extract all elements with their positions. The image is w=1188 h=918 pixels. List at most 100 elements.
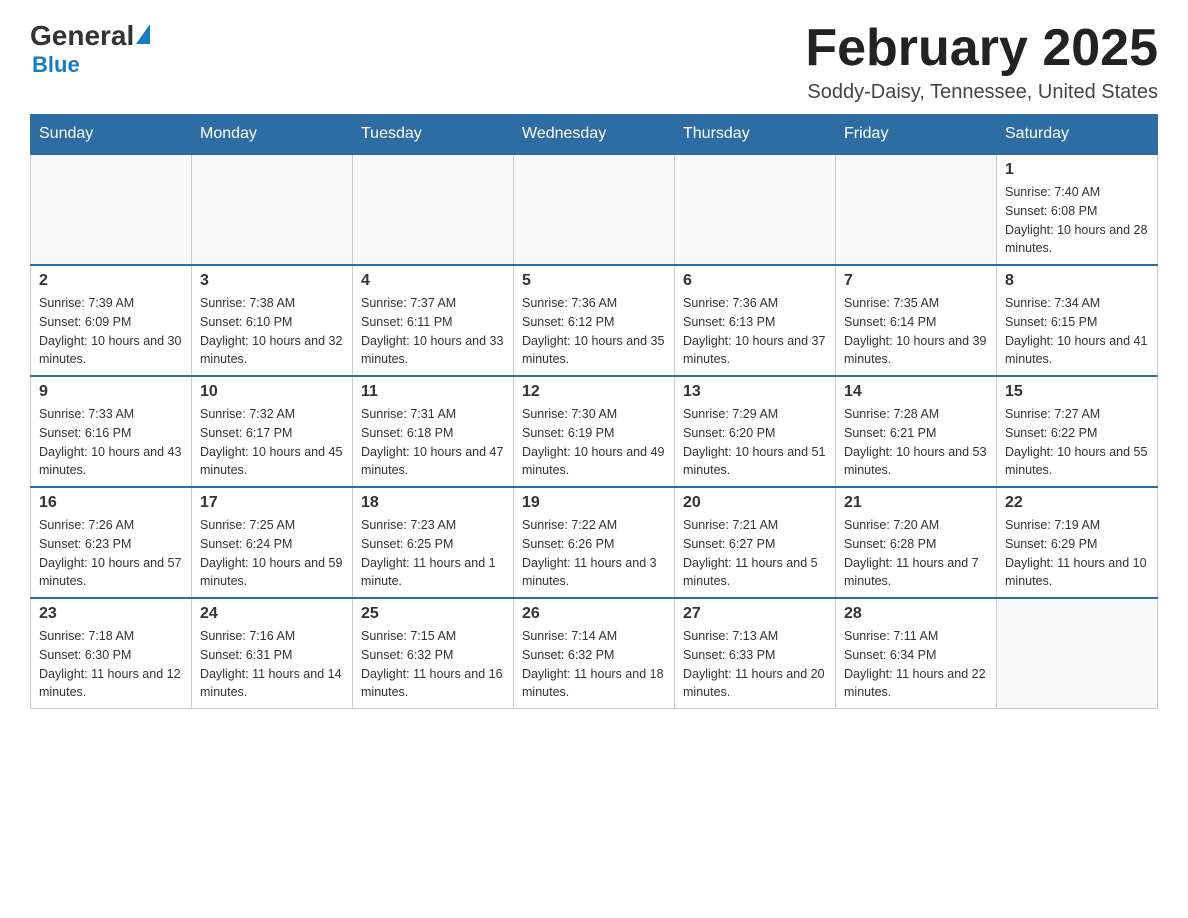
sun-info: Sunrise: 7:11 AMSunset: 6:34 PMDaylight:… xyxy=(844,627,988,702)
sun-info: Sunrise: 7:19 AMSunset: 6:29 PMDaylight:… xyxy=(1005,516,1149,591)
calendar-week-3: 9 Sunrise: 7:33 AMSunset: 6:16 PMDaylight… xyxy=(31,376,1158,487)
table-row: 23 Sunrise: 7:18 AMSunset: 6:30 PMDayligh… xyxy=(31,598,192,709)
table-row: 22 Sunrise: 7:19 AMSunset: 6:29 PMDayligh… xyxy=(997,487,1158,598)
table-row: 7 Sunrise: 7:35 AMSunset: 6:14 PMDaylight… xyxy=(836,265,997,376)
day-number: 6 xyxy=(683,272,827,290)
table-row xyxy=(836,154,997,265)
table-row: 13 Sunrise: 7:29 AMSunset: 6:20 PMDayligh… xyxy=(675,376,836,487)
day-number: 7 xyxy=(844,272,988,290)
day-number: 26 xyxy=(522,605,666,623)
title-block: February 2025 Soddy-Daisy, Tennessee, Un… xyxy=(805,20,1158,104)
sun-info: Sunrise: 7:36 AMSunset: 6:12 PMDaylight:… xyxy=(522,294,666,369)
calendar-week-5: 23 Sunrise: 7:18 AMSunset: 6:30 PMDayligh… xyxy=(31,598,1158,709)
day-number: 13 xyxy=(683,383,827,401)
table-row: 19 Sunrise: 7:22 AMSunset: 6:26 PMDayligh… xyxy=(514,487,675,598)
header-wednesday: Wednesday xyxy=(514,115,675,155)
logo-triangle-icon xyxy=(136,24,150,44)
day-number: 1 xyxy=(1005,161,1149,179)
sun-info: Sunrise: 7:23 AMSunset: 6:25 PMDaylight:… xyxy=(361,516,505,591)
sun-info: Sunrise: 7:28 AMSunset: 6:21 PMDaylight:… xyxy=(844,405,988,480)
header-monday: Monday xyxy=(192,115,353,155)
sun-info: Sunrise: 7:33 AMSunset: 6:16 PMDaylight:… xyxy=(39,405,183,480)
header-saturday: Saturday xyxy=(997,115,1158,155)
table-row: 27 Sunrise: 7:13 AMSunset: 6:33 PMDayligh… xyxy=(675,598,836,709)
table-row xyxy=(514,154,675,265)
table-row: 4 Sunrise: 7:37 AMSunset: 6:11 PMDaylight… xyxy=(353,265,514,376)
sun-info: Sunrise: 7:25 AMSunset: 6:24 PMDaylight:… xyxy=(200,516,344,591)
day-number: 28 xyxy=(844,605,988,623)
day-number: 21 xyxy=(844,494,988,512)
day-number: 24 xyxy=(200,605,344,623)
sun-info: Sunrise: 7:30 AMSunset: 6:19 PMDaylight:… xyxy=(522,405,666,480)
table-row xyxy=(31,154,192,265)
location: Soddy-Daisy, Tennessee, United States xyxy=(805,81,1158,104)
day-number: 8 xyxy=(1005,272,1149,290)
table-row: 20 Sunrise: 7:21 AMSunset: 6:27 PMDayligh… xyxy=(675,487,836,598)
table-row: 15 Sunrise: 7:27 AMSunset: 6:22 PMDayligh… xyxy=(997,376,1158,487)
day-number: 18 xyxy=(361,494,505,512)
sun-info: Sunrise: 7:15 AMSunset: 6:32 PMDaylight:… xyxy=(361,627,505,702)
sun-info: Sunrise: 7:38 AMSunset: 6:10 PMDaylight:… xyxy=(200,294,344,369)
header-tuesday: Tuesday xyxy=(353,115,514,155)
table-row: 21Sunrise: 7:20 AMSunset: 6:28 PMDayligh… xyxy=(836,487,997,598)
table-row xyxy=(192,154,353,265)
table-row: 14Sunrise: 7:28 AMSunset: 6:21 PMDayligh… xyxy=(836,376,997,487)
day-number: 2 xyxy=(39,272,183,290)
header-friday: Friday xyxy=(836,115,997,155)
month-title: February 2025 xyxy=(805,20,1158,77)
page-header: General Blue February 2025 Soddy-Daisy, … xyxy=(30,20,1158,104)
day-number: 15 xyxy=(1005,383,1149,401)
sun-info: Sunrise: 7:31 AMSunset: 6:18 PMDaylight:… xyxy=(361,405,505,480)
table-row: 3 Sunrise: 7:38 AMSunset: 6:10 PMDaylight… xyxy=(192,265,353,376)
day-number: 4 xyxy=(361,272,505,290)
day-number: 27 xyxy=(683,605,827,623)
sun-info: Sunrise: 7:40 AMSunset: 6:08 PMDaylight:… xyxy=(1005,183,1149,258)
logo-text: General xyxy=(30,20,150,52)
sun-info: Sunrise: 7:22 AMSunset: 6:26 PMDaylight:… xyxy=(522,516,666,591)
sun-info: Sunrise: 7:37 AMSunset: 6:11 PMDaylight:… xyxy=(361,294,505,369)
sun-info: Sunrise: 7:16 AMSunset: 6:31 PMDaylight:… xyxy=(200,627,344,702)
table-row xyxy=(353,154,514,265)
sun-info: Sunrise: 7:27 AMSunset: 6:22 PMDaylight:… xyxy=(1005,405,1149,480)
day-number: 20 xyxy=(683,494,827,512)
table-row: 2 Sunrise: 7:39 AMSunset: 6:09 PMDaylight… xyxy=(31,265,192,376)
day-number: 10 xyxy=(200,383,344,401)
weekday-header-row: Sunday Monday Tuesday Wednesday Thursday… xyxy=(31,115,1158,155)
table-row xyxy=(675,154,836,265)
sun-info: Sunrise: 7:35 AMSunset: 6:14 PMDaylight:… xyxy=(844,294,988,369)
table-row: 11 Sunrise: 7:31 AMSunset: 6:18 PMDayligh… xyxy=(353,376,514,487)
sun-info: Sunrise: 7:39 AMSunset: 6:09 PMDaylight:… xyxy=(39,294,183,369)
day-number: 17 xyxy=(200,494,344,512)
sun-info: Sunrise: 7:13 AMSunset: 6:33 PMDaylight:… xyxy=(683,627,827,702)
calendar-week-2: 2 Sunrise: 7:39 AMSunset: 6:09 PMDaylight… xyxy=(31,265,1158,376)
sun-info: Sunrise: 7:29 AMSunset: 6:20 PMDaylight:… xyxy=(683,405,827,480)
table-row xyxy=(997,598,1158,709)
calendar-week-4: 16Sunrise: 7:26 AMSunset: 6:23 PMDayligh… xyxy=(31,487,1158,598)
table-row: 25 Sunrise: 7:15 AMSunset: 6:32 PMDayligh… xyxy=(353,598,514,709)
day-number: 22 xyxy=(1005,494,1149,512)
table-row: 5 Sunrise: 7:36 AMSunset: 6:12 PMDaylight… xyxy=(514,265,675,376)
table-row: 16Sunrise: 7:26 AMSunset: 6:23 PMDayligh… xyxy=(31,487,192,598)
day-number: 25 xyxy=(361,605,505,623)
table-row: 18 Sunrise: 7:23 AMSunset: 6:25 PMDayligh… xyxy=(353,487,514,598)
day-number: 16 xyxy=(39,494,183,512)
table-row: 12 Sunrise: 7:30 AMSunset: 6:19 PMDayligh… xyxy=(514,376,675,487)
table-row: 28 Sunrise: 7:11 AMSunset: 6:34 PMDayligh… xyxy=(836,598,997,709)
table-row: 6Sunrise: 7:36 AMSunset: 6:13 PMDaylight… xyxy=(675,265,836,376)
day-number: 23 xyxy=(39,605,183,623)
day-number: 19 xyxy=(522,494,666,512)
header-thursday: Thursday xyxy=(675,115,836,155)
sun-info: Sunrise: 7:18 AMSunset: 6:30 PMDaylight:… xyxy=(39,627,183,702)
day-number: 12 xyxy=(522,383,666,401)
day-number: 11 xyxy=(361,383,505,401)
calendar-week-1: 1 Sunrise: 7:40 AMSunset: 6:08 PMDaylight… xyxy=(31,154,1158,265)
sun-info: Sunrise: 7:21 AMSunset: 6:27 PMDaylight:… xyxy=(683,516,827,591)
header-sunday: Sunday xyxy=(31,115,192,155)
logo: General Blue xyxy=(30,20,150,78)
table-row: 26Sunrise: 7:14 AMSunset: 6:32 PMDayligh… xyxy=(514,598,675,709)
logo-blue: Blue xyxy=(32,52,80,77)
day-number: 5 xyxy=(522,272,666,290)
day-number: 9 xyxy=(39,383,183,401)
day-number: 3 xyxy=(200,272,344,290)
sun-info: Sunrise: 7:34 AMSunset: 6:15 PMDaylight:… xyxy=(1005,294,1149,369)
